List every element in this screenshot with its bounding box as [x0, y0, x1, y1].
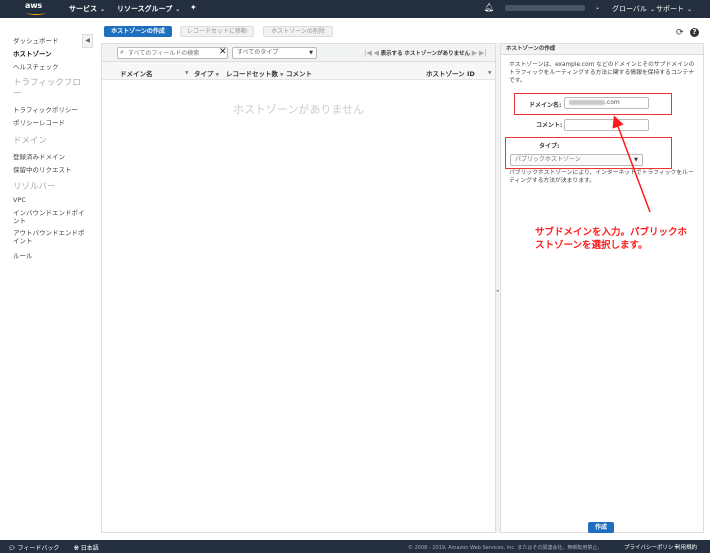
sidebar-item-policy-records[interactable]: ポリシーレコード — [13, 117, 65, 127]
type-description: パブリックホストゾーンにより、インターネットでトラフィックをルーティングする方法… — [509, 170, 694, 184]
copyright-text: © 2008 - 2019, Amazon Web Services, Inc.… — [408, 545, 603, 551]
dropdown-arrow-icon: ▼ — [634, 157, 638, 163]
sort-icon: ▼ — [280, 73, 284, 78]
privacy-link[interactable]: プライバシーポリシー — [624, 543, 679, 551]
prev-page-icon[interactable]: ◀ — [374, 49, 379, 57]
feedback-link[interactable]: 💬︎ フィードバック — [8, 543, 59, 552]
next-page-icon[interactable]: ▶ — [472, 49, 477, 57]
sidebar-item-hosted-zones[interactable]: ホストゾーン — [13, 48, 52, 58]
terms-link[interactable]: 利用規約 — [675, 543, 697, 551]
column-record-count[interactable]: レコードセット数 ▼ — [226, 68, 283, 78]
globe-icon: 🌐︎ — [74, 545, 79, 552]
feedback-icon: 💬︎ — [8, 545, 16, 552]
sidebar-item-dashboard[interactable]: ダッシュボード — [13, 35, 59, 45]
sidebar-item-registered-domains[interactable]: 登録済みドメイン — [13, 151, 65, 161]
chevron-down-icon: ⌄ — [687, 6, 693, 13]
pin-icon[interactable]: ✦ — [190, 3, 197, 12]
refresh-icon[interactable]: ⟳ — [676, 28, 684, 38]
sidebar-section-traffic-flow: トラフィックフロー — [13, 78, 81, 99]
account-menu[interactable] — [505, 5, 585, 11]
sidebar-item-rules[interactable]: ルール — [13, 250, 33, 260]
create-hosted-zone-panel: ホストゾーンの作成 ホストゾーンは、example.com などのドメインとその… — [500, 43, 704, 533]
column-type[interactable]: タイプ ▼ — [194, 68, 219, 78]
table-header: ドメイン名 ▼ タイプ ▼ レコードセット数 ▼ コメント ホストゾーン ID ▼ — [102, 62, 495, 80]
type-filter-select[interactable]: すべてのタイプ ▼ — [232, 47, 317, 59]
bell-icon[interactable]: 🔔︎ — [484, 3, 494, 12]
sort-icon[interactable]: ▼ — [183, 68, 188, 76]
sidebar-item-pending-requests[interactable]: 保留中のリクエスト — [13, 164, 72, 174]
clear-icon[interactable]: ✕ — [219, 47, 227, 57]
sidebar-section-domains: ドメイン — [13, 136, 48, 146]
search-input[interactable] — [128, 49, 218, 58]
column-hosted-zone-id[interactable]: ホストゾーン ID — [426, 68, 475, 78]
footer: 💬︎ フィードバック 🌐︎ 日本語 © 2008 - 2019, Amazon … — [0, 540, 710, 553]
support-menu[interactable]: サポート ⌄ — [656, 4, 692, 14]
empty-table-message: ホストゾーンがありません — [232, 103, 365, 116]
create-hosted-zone-button[interactable]: ホストゾーンの作成 — [104, 26, 172, 37]
region-menu[interactable]: グローバル ⌄ — [612, 4, 655, 14]
aws-smile-icon — [27, 11, 45, 15]
sidebar-collapse-button[interactable]: ◀ — [82, 34, 93, 48]
annotation-text: サブドメインを入力。パブリックホストゾーンを選択します。 — [535, 227, 688, 251]
resource-groups-menu[interactable]: リソースグループ ⌄ — [117, 4, 180, 14]
sort-icon: ▼ — [215, 73, 219, 78]
drag-handle-icon: ◂ — [496, 288, 499, 294]
create-button[interactable]: 作成 — [588, 522, 614, 533]
last-page-icon[interactable]: ▶| — [479, 49, 487, 57]
delete-hosted-zone-button[interactable]: ホストゾーンの削除 — [263, 26, 333, 37]
aws-logo[interactable]: aws — [25, 1, 49, 16]
language-selector[interactable]: 🌐︎ 日本語 — [74, 543, 99, 553]
sidebar-item-outbound-endpoints[interactable]: アウトバウンドエンドポイント — [13, 229, 85, 245]
sidebar-item-traffic-policies[interactable]: トラフィックポリシー — [13, 104, 78, 114]
pagination: |◀ ◀ 表示する ホストゾーンがありません ▶ ▶| — [364, 49, 487, 57]
chevron-down-icon: ⌄ — [100, 6, 106, 13]
panel-description: ホストゾーンは、example.com などのドメインとそのサブドメインのトラフ… — [509, 62, 695, 84]
chevron-down-icon[interactable]: ⌄ — [595, 4, 600, 11]
redacted-text — [569, 100, 605, 105]
sidebar-item-health-checks[interactable]: ヘルスチェック — [13, 61, 59, 71]
comment-field[interactable] — [564, 119, 649, 131]
chevron-down-icon: ⌄ — [649, 6, 655, 13]
table-toolbar: ⌕ ✕ すべてのタイプ ▼ |◀ ◀ 表示する ホストゾーンがありません ▶ ▶… — [102, 44, 495, 62]
hosted-zones-table-panel: ⌕ ✕ すべてのタイプ ▼ |◀ ◀ 表示する ホストゾーンがありません ▶ ▶… — [101, 43, 496, 533]
column-domain-name[interactable]: ドメイン名 — [120, 68, 153, 78]
panel-title: ホストゾーンの作成 — [501, 44, 703, 55]
type-label: タイプ: — [539, 143, 560, 150]
domain-name-field[interactable]: .com — [564, 97, 649, 109]
comment-label: コメント: — [536, 122, 563, 129]
search-icon: ⌕ — [120, 48, 124, 56]
domain-name-label: ドメイン名: — [529, 102, 562, 109]
sidebar-item-inbound-endpoints[interactable]: インバウンドエンドポイント — [13, 209, 85, 225]
sidebar: ダッシュボード ホストゾーン ヘルスチェック トラフィックフロー トラフィックポ… — [0, 18, 93, 540]
first-page-icon[interactable]: |◀ — [364, 49, 372, 57]
help-icon[interactable]: ? — [690, 28, 699, 37]
column-comment[interactable]: コメント — [286, 68, 312, 78]
services-menu[interactable]: サービス ⌄ — [69, 4, 105, 14]
sidebar-item-vpc[interactable]: VPC — [13, 196, 26, 204]
sort-icon[interactable]: ▼ — [486, 68, 491, 76]
search-box[interactable]: ⌕ ✕ — [117, 47, 228, 59]
sidebar-section-resolver: リゾルバー — [13, 182, 56, 192]
top-navigation: aws サービス ⌄ リソースグループ ⌄ ✦ 🔔︎ ⌄ グローバル ⌄ サポート ⌄ — [0, 0, 710, 18]
dropdown-arrow-icon: ▼ — [309, 50, 313, 56]
chevron-down-icon: ⌄ — [175, 6, 181, 13]
goto-record-sets-button[interactable]: レコードセットに移動 — [180, 26, 254, 37]
zone-type-select[interactable]: パブリックホストゾーン ▼ — [510, 154, 643, 166]
